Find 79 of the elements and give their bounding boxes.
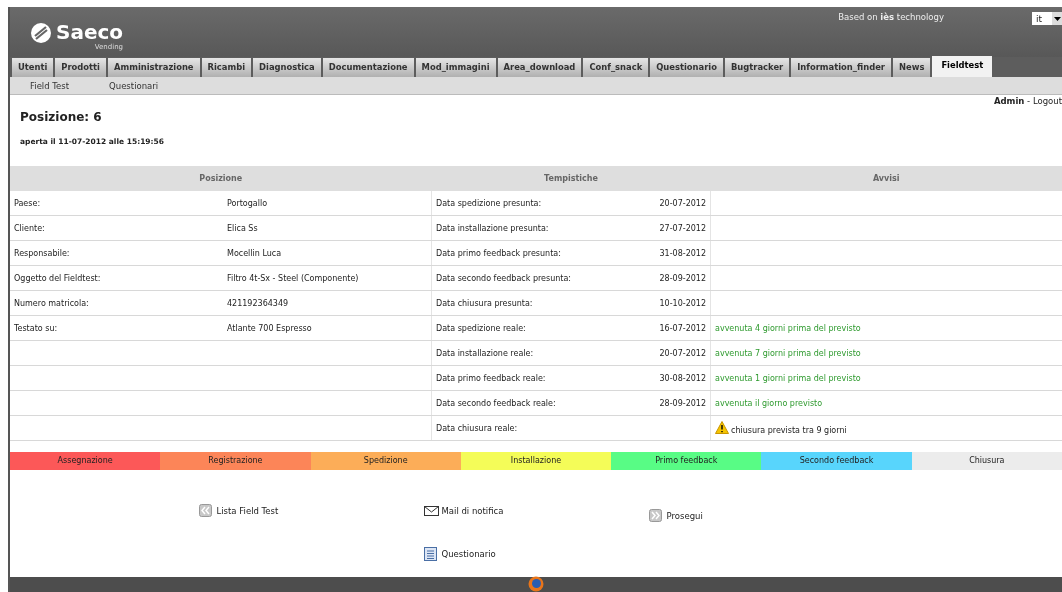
nav-tab[interactable]: Questionario xyxy=(650,58,723,77)
timing-date: 30-08-2012 xyxy=(659,373,706,383)
timing-label: Data primo feedback reale: xyxy=(436,373,546,383)
field-label: Cliente: xyxy=(14,223,45,233)
notice-text: avvenuta 7 giorni prima del previsto xyxy=(715,348,861,358)
nav-tab[interactable]: Amministrazione xyxy=(108,58,200,77)
timing-label: Data primo feedback presunta: xyxy=(436,248,561,258)
user-name: Admin xyxy=(993,96,1025,106)
action-link[interactable]: Mail di notifica xyxy=(423,503,504,519)
nav-tab[interactable]: Ricambi xyxy=(201,58,252,77)
nav-tab[interactable]: Area_download xyxy=(497,58,582,77)
form-icon xyxy=(423,546,439,561)
separator: - xyxy=(1026,96,1032,106)
field-label: Oggetto del Fieldtest: xyxy=(14,273,101,283)
nav-tab[interactable]: Fieldtest xyxy=(932,56,993,77)
field-value: 421192364349 xyxy=(227,298,289,308)
timing-date: 28-09-2012 xyxy=(659,398,706,408)
column-header: Posizione xyxy=(10,166,432,191)
action-link[interactable]: Questionario xyxy=(423,545,496,562)
timing-label: Data chiusura reale: xyxy=(436,423,518,433)
nav-tab[interactable]: Information_finder xyxy=(791,58,891,77)
timing-date: 16-07-2012 xyxy=(659,323,706,333)
nav-tab[interactable]: Bugtracker xyxy=(724,58,790,77)
technology-note: Based on iès technology xyxy=(838,12,944,22)
logo-icon xyxy=(30,22,52,44)
timing-label: Data secondo feedback reale: xyxy=(436,398,556,408)
stage-segment: Primo feedback xyxy=(611,452,762,470)
logout-link[interactable]: Logout xyxy=(1032,96,1062,106)
field-label: Numero matricola: xyxy=(14,298,89,308)
nav-tab[interactable]: Conf_snack xyxy=(583,58,649,77)
stage-segment: Spedizione xyxy=(310,452,461,470)
browser-globe-icon xyxy=(528,576,544,592)
nav-tab[interactable]: Documentazione xyxy=(322,58,414,77)
warning-icon xyxy=(715,421,729,434)
nav-tab[interactable]: Prodotti xyxy=(55,58,106,77)
envelope-icon xyxy=(423,504,439,518)
field-label: Paese: xyxy=(14,198,41,208)
subnav-link[interactable]: Questionari xyxy=(109,80,159,91)
timing-date: 27-07-2012 xyxy=(659,223,706,233)
action-link[interactable]: Lista Field Test xyxy=(198,503,279,519)
timing-date: 10-10-2012 xyxy=(659,298,706,308)
subnav-link[interactable]: Field Test xyxy=(30,80,70,91)
field-value: Mocellin Luca xyxy=(227,248,282,258)
column-header: Tempistiche xyxy=(431,166,711,191)
timing-date: 20-07-2012 xyxy=(659,348,706,358)
stage-segment: Secondo feedback xyxy=(761,452,912,470)
dropdown-arrow-icon xyxy=(1053,16,1061,21)
stage-segment: Installazione xyxy=(460,452,612,470)
notice-text: avvenuta 4 giorni prima del previsto xyxy=(715,323,861,333)
timing-label: Data chiusura presunta: xyxy=(436,298,533,308)
field-value: Portogallo xyxy=(227,198,268,208)
timing-label: Data spedizione reale: xyxy=(436,323,526,333)
timing-date: 31-08-2012 xyxy=(659,248,706,258)
column-header: Avvisi xyxy=(710,166,1062,191)
brand-name: Saeco xyxy=(56,22,124,42)
stage-segment: Chiusura xyxy=(911,452,1062,470)
notice-text: chiusura prevista tra 9 giorni xyxy=(731,426,847,435)
timing-date: 28-09-2012 xyxy=(659,273,706,283)
nav-tab[interactable]: News xyxy=(892,58,931,77)
field-value: Elica Ss xyxy=(227,223,258,233)
timing-date: 20-07-2012 xyxy=(659,198,706,208)
stage-segment: Registrazione xyxy=(160,452,311,470)
page-title: Posizione: 6 xyxy=(20,110,103,124)
stage-segment: Assegnazione xyxy=(10,452,161,470)
timing-label: Data installazione presunta: xyxy=(436,223,549,233)
timing-label: Data secondo feedback presunta: xyxy=(436,273,572,283)
action-link[interactable]: Prosegui xyxy=(648,508,703,524)
nav-tab[interactable]: Diagnostica xyxy=(253,58,321,77)
nav-tab[interactable]: Utenti xyxy=(12,58,54,77)
timing-label: Data installazione reale: xyxy=(436,348,534,358)
field-value: Filtro 4t-Sx - Steel (Componente) xyxy=(227,273,359,283)
language-select[interactable]: it xyxy=(1032,12,1062,25)
timing-label: Data spedizione presunta: xyxy=(436,198,542,208)
notice-text: avvenuta 1 giorni prima del previsto xyxy=(715,373,861,383)
field-label: Testato su: xyxy=(14,323,58,333)
field-value: Atlante 700 Espresso xyxy=(227,323,312,333)
notice-text: avvenuta il giorno previsto xyxy=(715,398,823,408)
field-label: Responsabile: xyxy=(14,248,70,258)
nav-tab[interactable]: Mod_immagini xyxy=(415,58,496,77)
